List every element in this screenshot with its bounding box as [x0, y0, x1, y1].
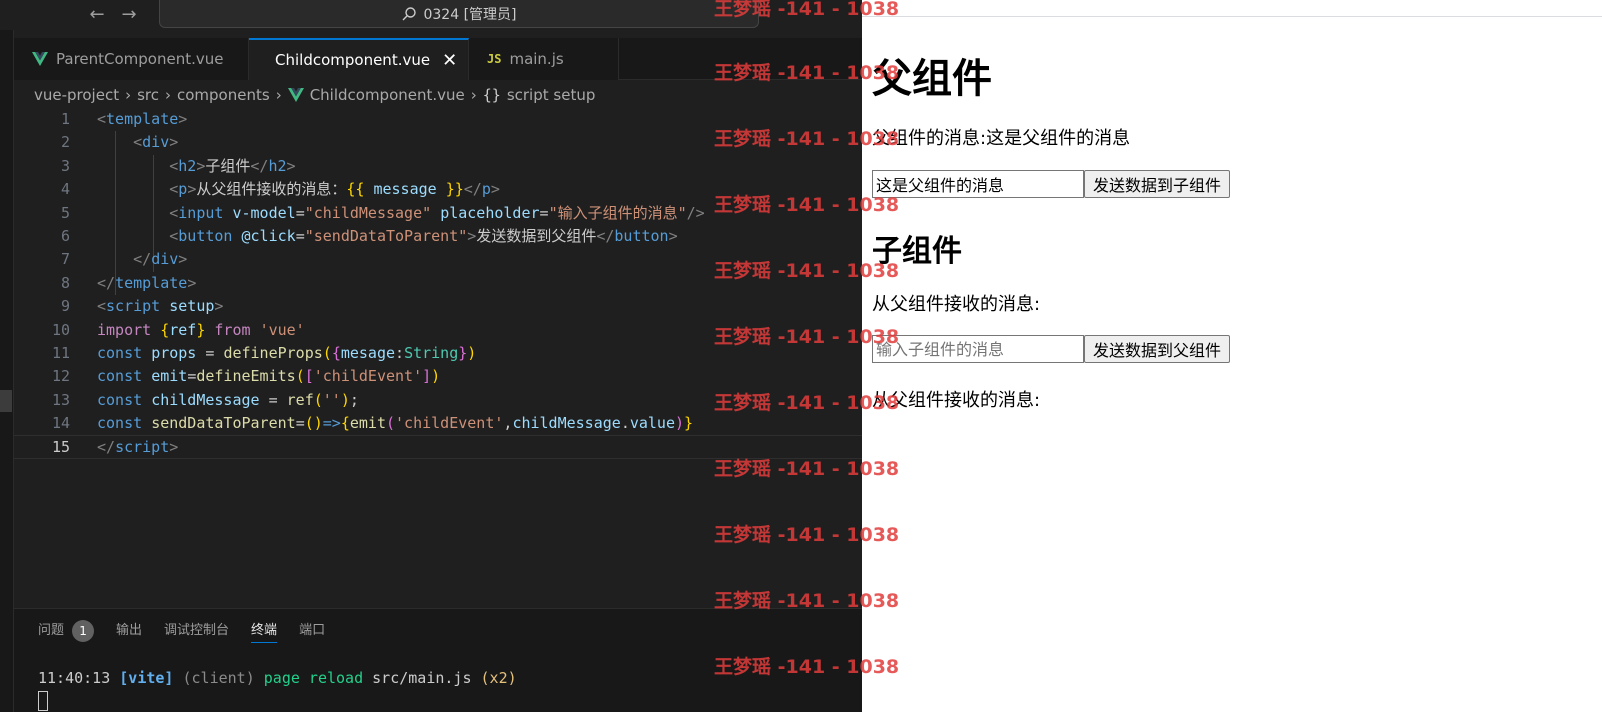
line-number: 4 — [60, 180, 70, 199]
tab-main-js[interactable]: JS main.js — [469, 38, 619, 80]
panel-tab-terminal[interactable]: 终端 — [251, 619, 278, 643]
watermark: 王梦瑶 -141 - 1038 — [714, 656, 900, 678]
line-number: 3 — [60, 156, 70, 175]
watermark: 王梦瑶 -141 - 1038 — [714, 590, 900, 612]
panel-tab-label: 终端 — [251, 622, 278, 638]
line-number: 13 — [51, 390, 70, 409]
watermark: 王梦瑶 -141 - 1038 — [714, 0, 900, 20]
line-number: 7 — [60, 250, 70, 269]
line-number: 9 — [60, 297, 70, 316]
chevron-right-icon: › — [275, 86, 282, 104]
terminal-message: page reload — [263, 669, 364, 687]
chevron-right-icon: › — [470, 86, 477, 104]
browser-divider — [862, 16, 1602, 17]
vue-icon — [287, 88, 304, 102]
browser-viewport: 父组件 父组件的消息:这是父组件的消息 发送数据到子组件 子组件 从父组件接收的… — [862, 0, 1602, 712]
watermark: 王梦瑶 -141 - 1038 — [714, 194, 900, 216]
child-message-input[interactable] — [872, 335, 1084, 363]
send-to-parent-button[interactable]: 发送数据到父组件 — [1084, 335, 1231, 363]
breadcrumb-item[interactable]: script setup — [507, 86, 596, 104]
send-to-child-button[interactable]: 发送数据到子组件 — [1084, 170, 1231, 198]
code-line[interactable]: 6 <button @click="sendDataToParent">发送数据… — [14, 225, 862, 248]
breadcrumb-item[interactable]: Childcomponent.vue — [310, 86, 465, 104]
command-center-search[interactable]: 0324 [管理员] — [159, 0, 759, 28]
js-icon: JS — [487, 52, 502, 66]
breadcrumb-item[interactable]: components — [177, 86, 270, 104]
search-icon — [402, 6, 417, 20]
tab-parent-component[interactable]: ParentComponent.vue — [14, 38, 249, 80]
line-number: 14 — [51, 414, 70, 433]
terminal-path: src/main.js — [372, 669, 472, 687]
tab-child-component[interactable]: Childcomponent.vue ✕ — [249, 38, 469, 80]
panel-tab-ports[interactable]: 端口 — [299, 619, 325, 643]
symbol-braces-icon: {} — [482, 86, 501, 104]
watermark: 王梦瑶 -141 - 1038 — [714, 392, 900, 414]
forward-arrow-icon[interactable]: → — [118, 4, 140, 26]
tab-label: main.js — [509, 50, 564, 68]
parent-message-text: 父组件的消息:这是父组件的消息 — [872, 128, 1131, 149]
back-arrow-icon[interactable]: ← — [86, 4, 108, 26]
activity-bar — [0, 30, 14, 712]
panel-tab-label: 输出 — [116, 623, 143, 638]
panel-tab-debug-console[interactable]: 调试控制台 — [164, 619, 229, 643]
line-number: 12 — [51, 367, 70, 386]
line-number: 1 — [60, 110, 70, 128]
line-number: 15 — [51, 438, 70, 457]
line-number: 6 — [60, 226, 70, 245]
panel-tabs: 问题 1 输出 调试控制台 终端 端口 — [38, 619, 325, 643]
terminal-client: (client) — [182, 669, 255, 687]
terminal-time: 11:40:13 — [38, 669, 111, 687]
breadcrumb-item[interactable]: src — [137, 86, 159, 104]
panel-tab-problems[interactable]: 问题 1 — [38, 619, 95, 643]
watermark: 王梦瑶 -141 - 1038 — [714, 260, 900, 282]
watermark: 王梦瑶 -141 - 1038 — [714, 326, 900, 348]
line-number: 2 — [60, 133, 70, 152]
chevron-right-icon: › — [125, 86, 132, 104]
code-line[interactable]: 9 <script setup> — [14, 295, 862, 318]
watermark: 王梦瑶 -141 - 1038 — [714, 62, 900, 84]
panel-tab-label: 端口 — [299, 623, 326, 638]
terminal-output-line: 11:40:13 [vite] (client) page reload src… — [38, 669, 517, 687]
terminal-count: (x2) — [480, 669, 517, 687]
panel-tab-output[interactable]: 输出 — [116, 619, 142, 643]
line-number: 8 — [60, 273, 70, 292]
breadcrumb-item[interactable]: vue-project — [34, 86, 119, 104]
breadcrumb: vue-project › src › components › Childco… — [34, 84, 595, 106]
parent-message-input[interactable] — [872, 170, 1084, 198]
command-center-label: 0324 [管理员] — [423, 6, 517, 23]
close-icon[interactable]: ✕ — [442, 50, 457, 71]
code-line[interactable]: 14 const sendDataToParent=()=>{emit('chil… — [14, 412, 862, 435]
terminal-cursor[interactable] — [38, 691, 48, 711]
panel-tab-label: 调试控制台 — [164, 623, 230, 638]
code-line[interactable]: 3 <h2>子组件</h2> — [14, 155, 862, 178]
code-line[interactable]: 12 const emit=defineEmits(['childEvent']) — [14, 365, 862, 388]
tab-label: Childcomponent.vue — [275, 51, 431, 69]
watermark: 王梦瑶 -141 - 1038 — [714, 458, 900, 480]
line-number: 5 — [60, 203, 70, 222]
child-received-label: 从父组件接收的消息: — [872, 294, 1041, 315]
panel-tab-label: 问题 — [38, 623, 65, 638]
line-number: 11 — [51, 343, 70, 362]
chevron-right-icon: › — [165, 86, 171, 104]
terminal-vite-tag: [vite] — [119, 669, 174, 687]
vue-icon — [32, 52, 48, 66]
activity-bar-marker — [0, 390, 12, 412]
tab-label: ParentComponent.vue — [56, 50, 224, 68]
line-number: 10 — [51, 320, 70, 339]
problems-count-badge: 1 — [72, 620, 95, 642]
watermark: 王梦瑶 -141 - 1038 — [714, 128, 900, 150]
watermark: 王梦瑶 -141 - 1038 — [714, 524, 900, 546]
